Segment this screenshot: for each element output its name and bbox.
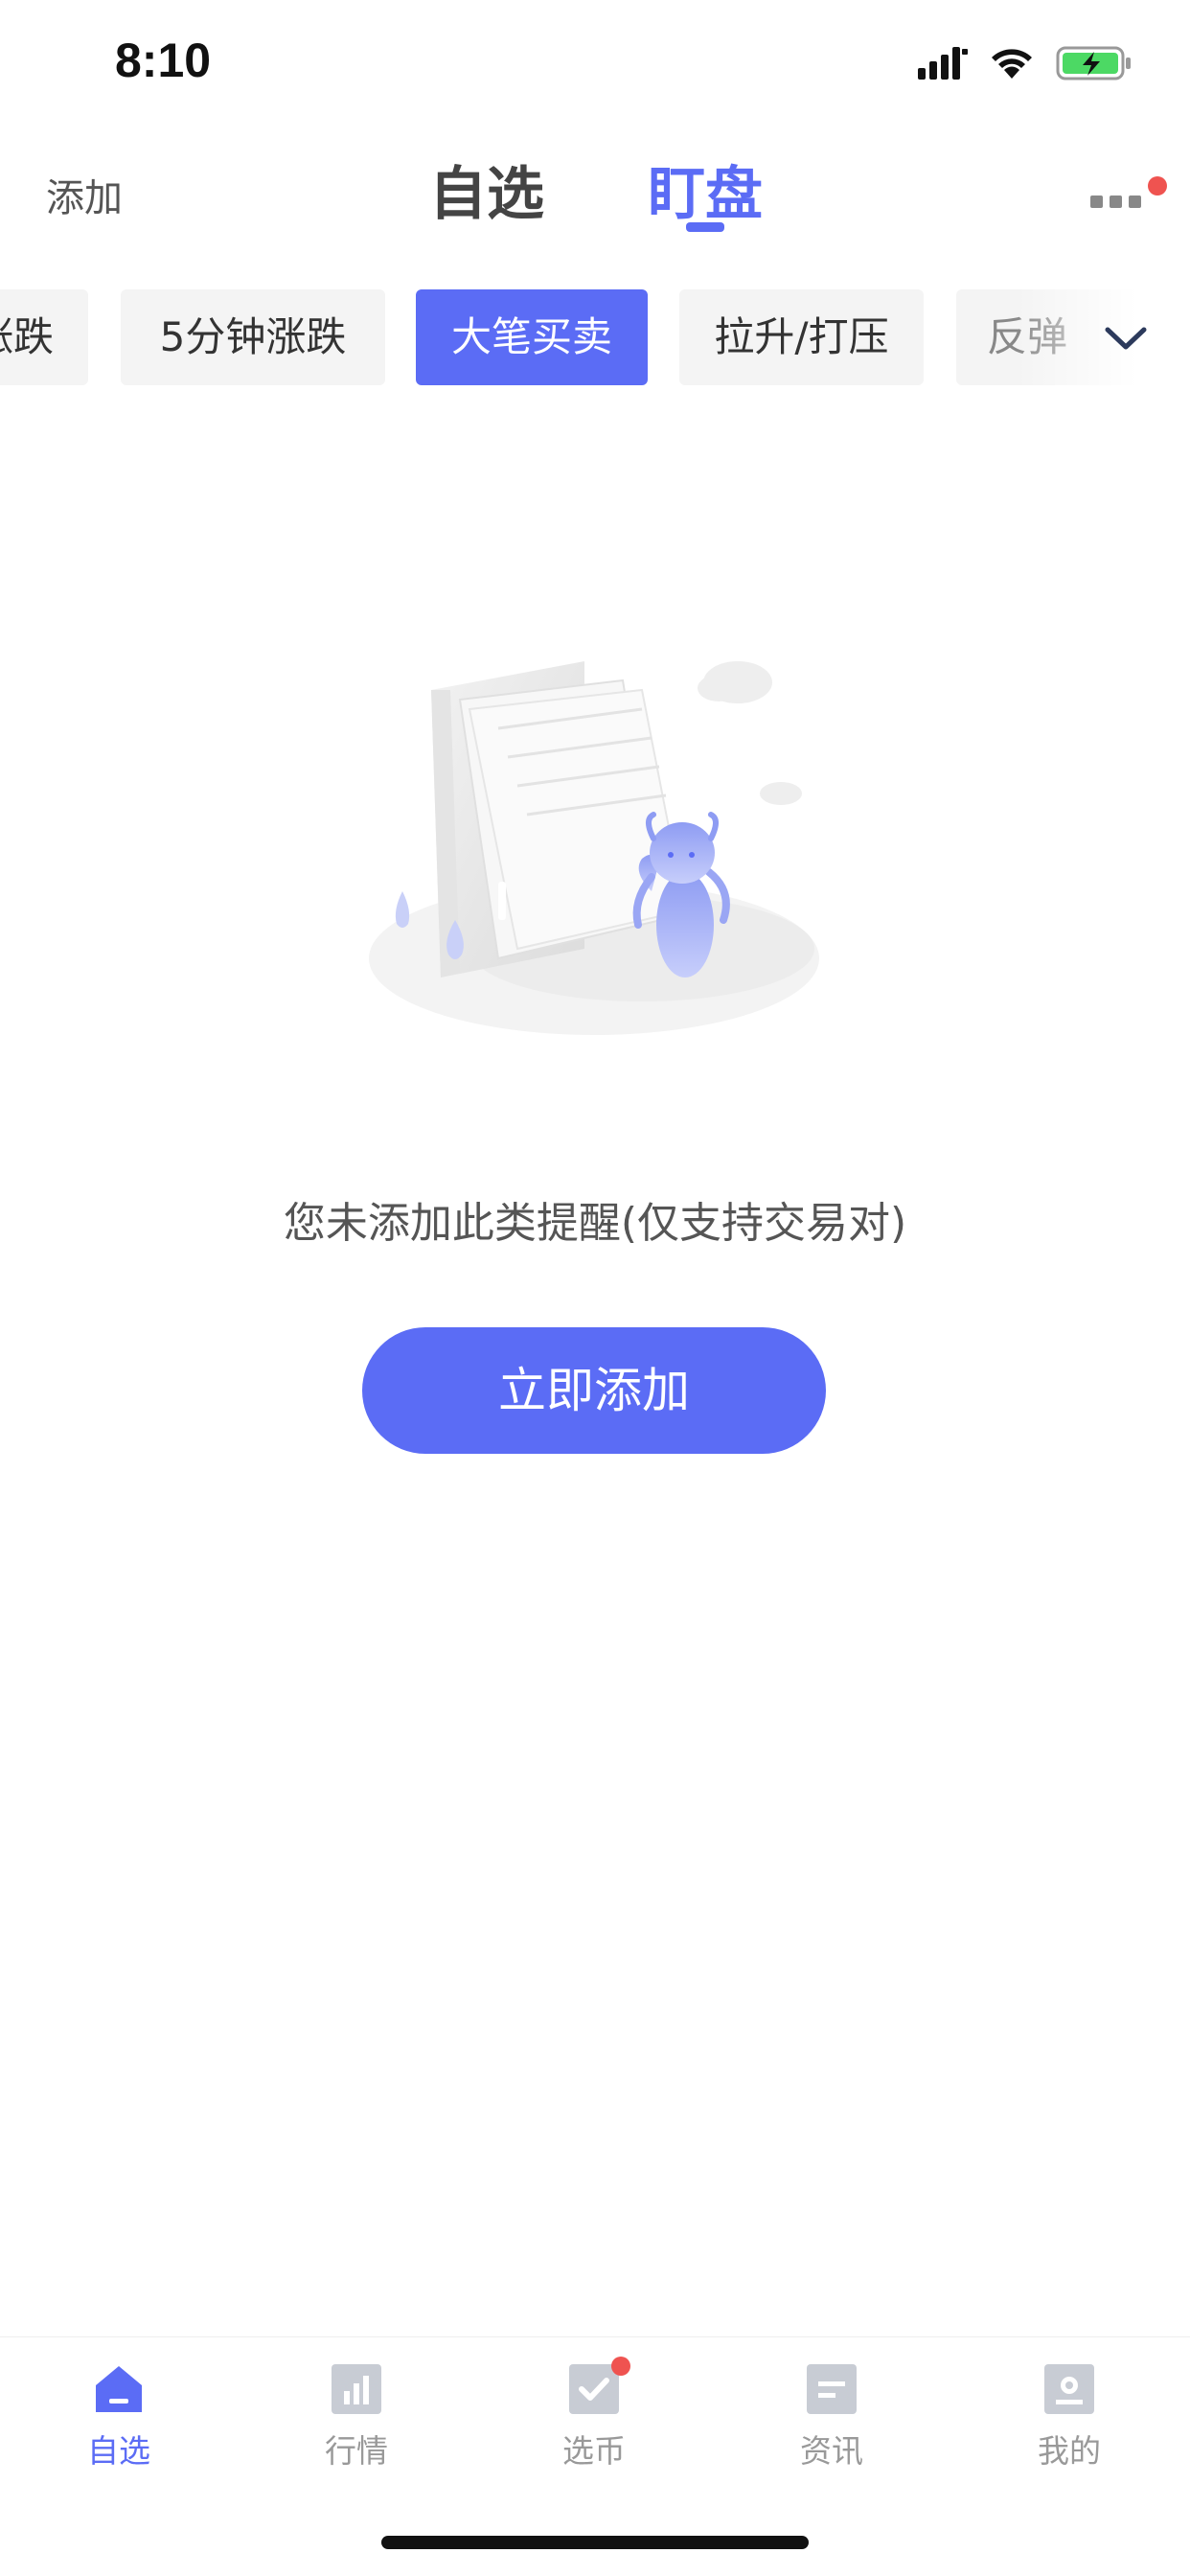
cloud-icon [698,661,802,805]
add-now-button[interactable]: 立即添加 [362,1327,826,1454]
chip-label: 拉升/打压 [714,313,889,360]
empty-state-message: 您未添加此类提醒(仅支持交易对) [283,1199,907,1248]
status-bar: 8:10 [0,0,1190,126]
nav-item-market[interactable]: 行情 [238,2337,475,2481]
chip-pump-dump[interactable]: 拉升/打压 [679,289,924,385]
chip-large-trades[interactable]: 大笔买卖 [416,289,648,385]
wifi-icon [992,49,1032,79]
cellular-signal-icon [918,47,968,80]
notification-badge [1148,176,1167,196]
status-time: 8:10 [115,34,212,87]
tab-monitor[interactable]: 盯盘 [648,148,763,231]
nav-label: 我的 [1038,2432,1101,2470]
notification-badge [611,2357,630,2376]
alert-type-chips: 涨跌 5分钟涨跌 大笔买卖 拉升/打压 反弹 [0,289,1190,385]
home-indicator [381,2536,809,2549]
profile-icon [1044,2364,1094,2414]
empty-state-illustration [369,661,819,1035]
chevron-down-icon[interactable] [1092,309,1159,366]
nav-label: 行情 [325,2432,388,2470]
header: 添加 自选 盯盘 [0,134,1190,240]
chip-5min-change[interactable]: 5分钟涨跌 [121,289,385,385]
battery-charging-icon [1056,46,1131,80]
nav-label: 自选 [87,2432,150,2470]
nav-label: 资讯 [800,2432,863,2470]
chip-label: 大笔买卖 [450,313,612,360]
chip-label: 涨跌 [0,313,54,360]
home-icon [96,2366,142,2412]
chip-label: 5分钟涨跌 [159,313,347,360]
nav-label: 选币 [562,2432,626,2470]
nav-item-pick-coins[interactable]: 选币 [475,2337,713,2481]
more-menu-button[interactable] [1085,172,1167,230]
chip-price-change[interactable]: 涨跌 [0,289,88,385]
nav-item-news[interactable]: 资讯 [713,2337,950,2481]
nav-item-watchlist[interactable]: 自选 [0,2337,238,2481]
nav-item-profile[interactable]: 我的 [950,2337,1188,2481]
active-tab-indicator [686,222,724,232]
tab-watchlist[interactable]: 自选 [429,148,544,231]
add-button[interactable]: 添加 [46,167,123,222]
bottom-tab-bar: 自选 行情 选币 资讯 我的 [0,2336,1190,2481]
news-icon [807,2364,857,2414]
bar-chart-icon [332,2364,381,2414]
status-icons [918,42,1133,84]
